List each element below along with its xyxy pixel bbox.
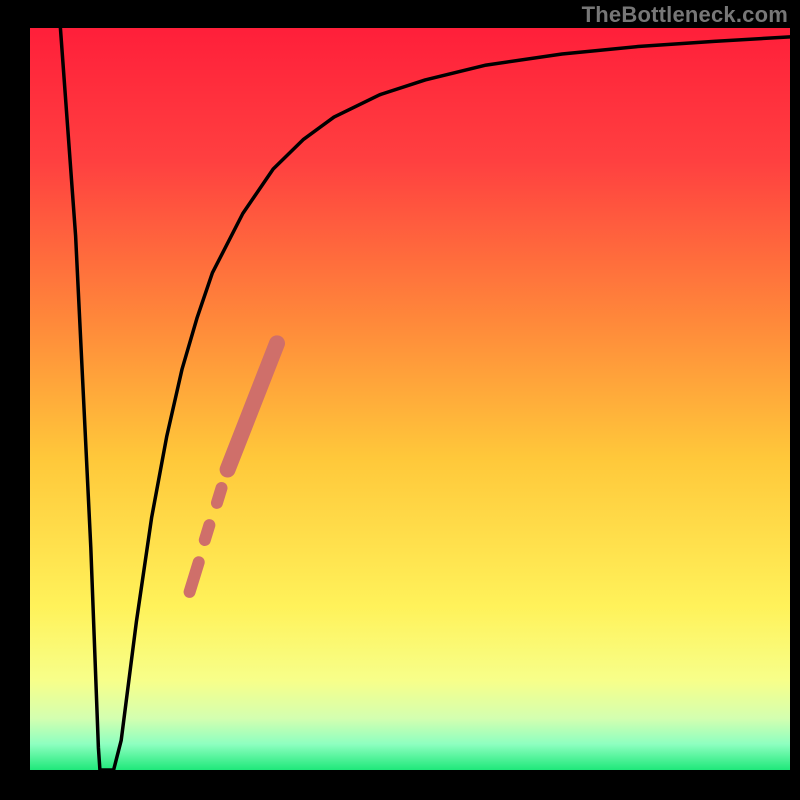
bottleneck-chart — [0, 0, 800, 800]
chart-frame: { "watermark": "TheBottleneck.com", "col… — [0, 0, 800, 800]
marker-segment — [217, 488, 222, 503]
marker-segment — [205, 525, 210, 540]
plot-area — [30, 28, 790, 770]
